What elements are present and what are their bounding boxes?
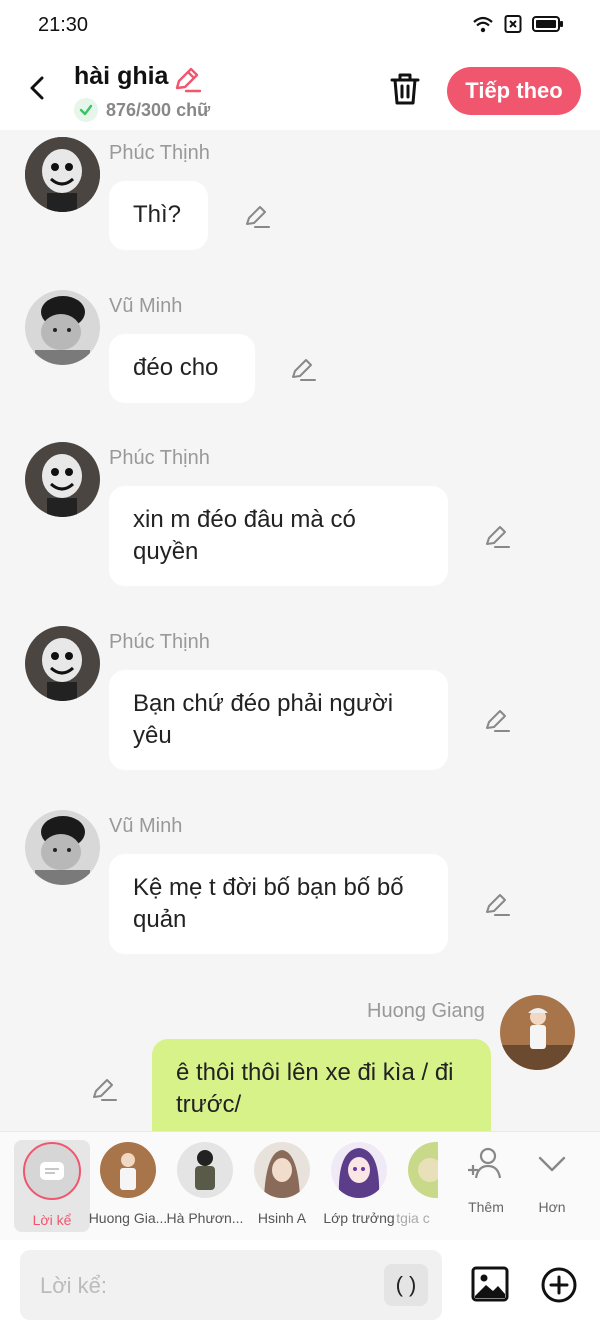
avatar[interactable] [500,995,575,1070]
edit-message-button[interactable] [243,202,271,230]
check-icon [74,98,98,122]
message-bubble[interactable]: Bạn chứ đéo phải người yêu [109,670,448,770]
cartoon-face-avatar [25,626,100,701]
pencil-icon [292,359,316,381]
character-huong-giang[interactable]: Huong Gia... [88,1140,168,1226]
pencil-icon [486,894,510,916]
narration-input[interactable] [38,1268,382,1304]
back-button[interactable] [20,70,56,106]
more-button[interactable]: Hơn [522,1144,582,1215]
cartoon-face-avatar [25,442,100,517]
sender-name: Vũ Minh [109,815,183,837]
green-avatar [408,1142,438,1198]
boy-photo-avatar [25,810,100,885]
chat-message: Huong Giang ê thôi thôi lên xe đi kìa / … [0,988,600,1131]
add-person-icon [468,1147,502,1179]
word-count-text: 876/300 chữ [106,99,211,120]
avatar [331,1142,387,1198]
avatar[interactable] [25,442,100,517]
pencil-icon [486,526,510,548]
chat-message: Vũ Minh Kệ mẹ t đời bố bạn bố bố quản [0,803,600,978]
chat-message: Phúc Thịnh Bạn chứ đéo phải người yêu [0,619,600,794]
character-name: Huong Gia... [88,1210,168,1226]
pencil-icon [246,206,270,228]
avatar[interactable] [25,810,100,885]
chat-message: Phúc Thịnh xin m đéo đâu mà có quyền [0,435,600,610]
girl-photo-avatar [500,995,575,1070]
insert-image-button[interactable] [470,1264,510,1304]
avatar[interactable] [25,626,100,701]
no-sim-icon [504,15,522,33]
input-container: ( ) [20,1250,442,1320]
pencil-icon [486,710,510,732]
sender-name: Huong Giang [367,1000,485,1022]
character-name: Lớp trưởng [323,1210,395,1226]
character-narrator[interactable]: Lời kể [14,1140,90,1232]
narrator-avatar [23,1142,81,1200]
chat-message: Vũ Minh đéo cho [0,283,600,433]
character-name: tgia c [396,1210,430,1226]
top-header: hài ghia 876/300 chữ Tiếp theo [0,52,600,130]
trash-icon [390,73,420,105]
edit-message-button[interactable] [483,706,511,734]
avatar [254,1142,310,1198]
edit-message-button[interactable] [483,890,511,918]
sender-name: Phúc Thịnh [109,631,210,653]
battery-icon [532,16,563,32]
status-icons [472,14,564,34]
pencil-icon [175,67,202,93]
avatar[interactable] [25,137,100,212]
character-name: Hà Phươn... [166,1210,244,1226]
parenthesis-button[interactable]: ( ) [384,1264,428,1306]
girl-photo-avatar [100,1142,156,1198]
status-bar: 21:30 [0,0,600,52]
avatar [408,1142,438,1198]
avatar[interactable] [25,290,100,365]
avatar [177,1142,233,1198]
status-time: 21:30 [38,14,89,36]
chevron-down-icon [538,1156,566,1172]
add-label: Thêm [468,1199,504,1215]
word-counter: 876/300 chữ [74,98,210,122]
character-name: Lời kể [32,1212,72,1228]
character-tgia[interactable]: tgia c [388,1140,438,1226]
edit-message-button[interactable] [483,522,511,550]
sender-name: Phúc Thịnh [109,447,210,469]
message-bubble[interactable]: Kệ mẹ t đời bố bạn bố bố quản [109,854,448,954]
boy-photo-avatar [25,290,100,365]
anime-girl-avatar [331,1142,387,1198]
edit-message-button[interactable] [90,1075,118,1103]
message-bubble[interactable]: ê thôi thôi lên xe đi kìa / đi trước/ [152,1039,491,1131]
edit-title-button[interactable] [172,64,202,94]
character-ha-phuong[interactable]: Hà Phươn... [165,1140,245,1226]
character-bar: Lời kể Huong Gia... Hà Phươn... Hsinh A … [0,1131,600,1240]
hijab-girl-avatar [254,1142,310,1198]
next-button[interactable]: Tiếp theo [447,67,581,115]
character-name: Hsinh A [257,1210,307,1226]
sender-name: Phúc Thịnh [109,142,210,164]
character-lop-truong[interactable]: Lớp trưởng [319,1140,399,1226]
edit-message-button[interactable] [289,355,317,383]
message-bubble[interactable]: xin m đéo đâu mà có quyền [109,486,448,586]
add-button[interactable] [540,1266,578,1304]
add-character-button[interactable]: Thêm [456,1144,516,1215]
chat-message: Phúc Thịnh Thì? [0,130,600,280]
person-back-photo-avatar [177,1142,233,1198]
avatar [100,1142,156,1198]
cartoon-face-avatar [25,137,100,212]
story-title: hài ghia [74,62,169,90]
character-hsinh-a[interactable]: Hsinh A [242,1140,322,1226]
delete-button[interactable] [386,70,424,108]
chat-bubble-icon [40,1162,64,1180]
chevron-left-icon [30,76,44,100]
sender-name: Vũ Minh [109,295,183,317]
pencil-icon [93,1079,117,1101]
wifi-icon [473,16,493,33]
message-bubble[interactable]: Thì? [109,181,208,250]
message-bubble[interactable]: đéo cho [109,334,255,403]
image-icon [471,1266,509,1302]
plus-circle-icon [541,1267,577,1303]
input-bar: ( ) [0,1240,600,1333]
more-label: Hơn [538,1199,566,1215]
